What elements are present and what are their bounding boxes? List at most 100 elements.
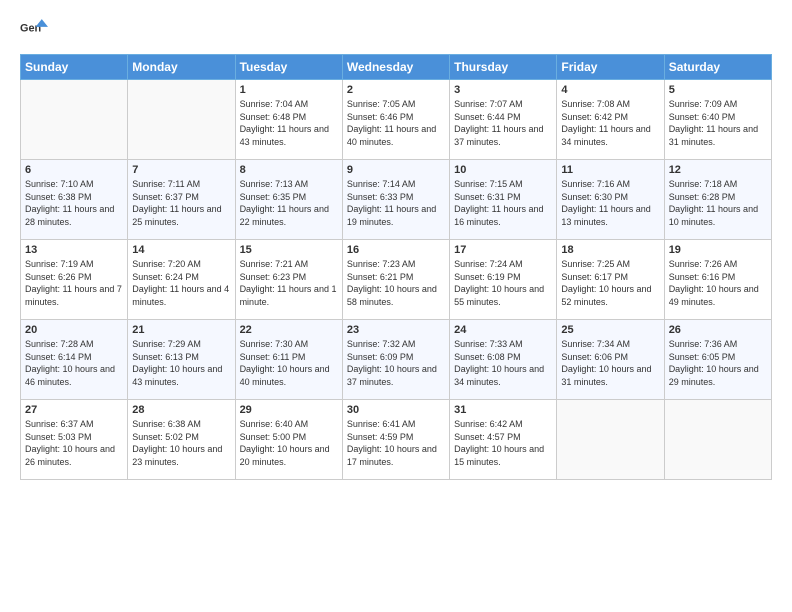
week-row-4: 20 Sunrise: 7:28 AMSunset: 6:14 PMDayligh…: [21, 320, 772, 400]
day-info: Sunrise: 7:07 AMSunset: 6:44 PMDaylight:…: [454, 98, 552, 148]
day-info: Sunrise: 7:32 AMSunset: 6:09 PMDaylight:…: [347, 338, 445, 388]
day-cell: 2 Sunrise: 7:05 AMSunset: 6:46 PMDaylight…: [342, 80, 449, 160]
day-number: 4: [561, 84, 659, 96]
day-info: Sunrise: 7:30 AMSunset: 6:11 PMDaylight:…: [240, 338, 338, 388]
day-number: 14: [132, 244, 230, 256]
day-info: Sunrise: 6:42 AMSunset: 4:57 PMDaylight:…: [454, 418, 552, 468]
day-info: Sunrise: 7:28 AMSunset: 6:14 PMDaylight:…: [25, 338, 123, 388]
week-row-5: 27Sunrise: 6:37 AMSunset: 5:03 PMDayligh…: [21, 400, 772, 480]
day-number: 30: [347, 404, 445, 416]
day-number: 29: [240, 404, 338, 416]
day-number: 24: [454, 324, 552, 336]
day-cell: 23 Sunrise: 7:32 AMSunset: 6:09 PMDayligh…: [342, 320, 449, 400]
day-info: Sunrise: 7:04 AMSunset: 6:48 PMDaylight:…: [240, 98, 338, 148]
day-number: 2: [347, 84, 445, 96]
day-number: 13: [25, 244, 123, 256]
day-cell: 27Sunrise: 6:37 AMSunset: 5:03 PMDayligh…: [21, 400, 128, 480]
day-info: Sunrise: 6:40 AMSunset: 5:00 PMDaylight:…: [240, 418, 338, 468]
day-number: 25: [561, 324, 659, 336]
col-header-sunday: Sunday: [21, 55, 128, 80]
day-info: Sunrise: 7:16 AMSunset: 6:30 PMDaylight:…: [561, 178, 659, 228]
header: Gen: [20, 16, 772, 44]
day-info: Sunrise: 7:26 AMSunset: 6:16 PMDaylight:…: [669, 258, 767, 308]
col-header-friday: Friday: [557, 55, 664, 80]
day-info: Sunrise: 7:15 AMSunset: 6:31 PMDaylight:…: [454, 178, 552, 228]
day-cell: 21 Sunrise: 7:29 AMSunset: 6:13 PMDayligh…: [128, 320, 235, 400]
day-cell: 31 Sunrise: 6:42 AMSunset: 4:57 PMDayligh…: [450, 400, 557, 480]
day-info: Sunrise: 6:41 AMSunset: 4:59 PMDaylight:…: [347, 418, 445, 468]
day-cell: 12 Sunrise: 7:18 AMSunset: 6:28 PMDayligh…: [664, 160, 771, 240]
day-cell: 1 Sunrise: 7:04 AMSunset: 6:48 PMDaylight…: [235, 80, 342, 160]
day-cell: 22 Sunrise: 7:30 AMSunset: 6:11 PMDayligh…: [235, 320, 342, 400]
day-number: 31: [454, 404, 552, 416]
day-number: 9: [347, 164, 445, 176]
day-info: Sunrise: 7:13 AMSunset: 6:35 PMDaylight:…: [240, 178, 338, 228]
day-cell: 4 Sunrise: 7:08 AMSunset: 6:42 PMDaylight…: [557, 80, 664, 160]
calendar-table: SundayMondayTuesdayWednesdayThursdayFrid…: [20, 54, 772, 480]
day-cell: 19 Sunrise: 7:26 AMSunset: 6:16 PMDayligh…: [664, 240, 771, 320]
day-cell: [21, 80, 128, 160]
day-cell: 28Sunrise: 6:38 AMSunset: 5:02 PMDayligh…: [128, 400, 235, 480]
day-info: Sunrise: 7:36 AMSunset: 6:05 PMDaylight:…: [669, 338, 767, 388]
day-cell: 11 Sunrise: 7:16 AMSunset: 6:30 PMDayligh…: [557, 160, 664, 240]
day-number: 23: [347, 324, 445, 336]
day-info: Sunrise: 7:08 AMSunset: 6:42 PMDaylight:…: [561, 98, 659, 148]
day-info: Sunrise: 7:25 AMSunset: 6:17 PMDaylight:…: [561, 258, 659, 308]
col-header-wednesday: Wednesday: [342, 55, 449, 80]
day-cell: 29 Sunrise: 6:40 AMSunset: 5:00 PMDayligh…: [235, 400, 342, 480]
day-cell: 25Sunrise: 7:34 AMSunset: 6:06 PMDayligh…: [557, 320, 664, 400]
day-number: 6: [25, 164, 123, 176]
col-header-thursday: Thursday: [450, 55, 557, 80]
day-cell: 7Sunrise: 7:11 AMSunset: 6:37 PMDaylight…: [128, 160, 235, 240]
day-number: 8: [240, 164, 338, 176]
day-info: Sunrise: 7:23 AMSunset: 6:21 PMDaylight:…: [347, 258, 445, 308]
day-number: 3: [454, 84, 552, 96]
day-cell: 20 Sunrise: 7:28 AMSunset: 6:14 PMDayligh…: [21, 320, 128, 400]
day-cell: 18Sunrise: 7:25 AMSunset: 6:17 PMDayligh…: [557, 240, 664, 320]
day-cell: 10 Sunrise: 7:15 AMSunset: 6:31 PMDayligh…: [450, 160, 557, 240]
day-info: Sunrise: 7:19 AMSunset: 6:26 PMDaylight:…: [25, 258, 123, 308]
header-row: SundayMondayTuesdayWednesdayThursdayFrid…: [21, 55, 772, 80]
day-number: 7: [132, 164, 230, 176]
day-number: 20: [25, 324, 123, 336]
day-number: 1: [240, 84, 338, 96]
week-row-3: 13 Sunrise: 7:19 AMSunset: 6:26 PMDayligh…: [21, 240, 772, 320]
day-number: 26: [669, 324, 767, 336]
logo-icon: Gen: [20, 16, 48, 44]
day-number: 28: [132, 404, 230, 416]
day-cell: 13 Sunrise: 7:19 AMSunset: 6:26 PMDayligh…: [21, 240, 128, 320]
day-cell: 16 Sunrise: 7:23 AMSunset: 6:21 PMDayligh…: [342, 240, 449, 320]
day-cell: [128, 80, 235, 160]
day-cell: 17 Sunrise: 7:24 AMSunset: 6:19 PMDayligh…: [450, 240, 557, 320]
day-cell: 26 Sunrise: 7:36 AMSunset: 6:05 PMDayligh…: [664, 320, 771, 400]
day-info: Sunrise: 7:24 AMSunset: 6:19 PMDaylight:…: [454, 258, 552, 308]
day-number: 11: [561, 164, 659, 176]
day-cell: 6Sunrise: 7:10 AMSunset: 6:38 PMDaylight…: [21, 160, 128, 240]
day-number: 15: [240, 244, 338, 256]
day-cell: [557, 400, 664, 480]
day-number: 17: [454, 244, 552, 256]
day-info: Sunrise: 7:05 AMSunset: 6:46 PMDaylight:…: [347, 98, 445, 148]
logo: Gen: [20, 16, 52, 44]
col-header-tuesday: Tuesday: [235, 55, 342, 80]
day-info: Sunrise: 7:29 AMSunset: 6:13 PMDaylight:…: [132, 338, 230, 388]
day-number: 22: [240, 324, 338, 336]
day-info: Sunrise: 7:09 AMSunset: 6:40 PMDaylight:…: [669, 98, 767, 148]
day-cell: 14 Sunrise: 7:20 AMSunset: 6:24 PMDayligh…: [128, 240, 235, 320]
day-info: Sunrise: 7:18 AMSunset: 6:28 PMDaylight:…: [669, 178, 767, 228]
day-cell: 5 Sunrise: 7:09 AMSunset: 6:40 PMDaylight…: [664, 80, 771, 160]
day-info: Sunrise: 7:33 AMSunset: 6:08 PMDaylight:…: [454, 338, 552, 388]
day-number: 19: [669, 244, 767, 256]
day-info: Sunrise: 7:20 AMSunset: 6:24 PMDaylight:…: [132, 258, 230, 308]
day-number: 10: [454, 164, 552, 176]
day-info: Sunrise: 6:37 AMSunset: 5:03 PMDaylight:…: [25, 418, 123, 468]
day-number: 16: [347, 244, 445, 256]
day-info: Sunrise: 7:21 AMSunset: 6:23 PMDaylight:…: [240, 258, 338, 308]
day-number: 21: [132, 324, 230, 336]
day-number: 12: [669, 164, 767, 176]
day-cell: 3 Sunrise: 7:07 AMSunset: 6:44 PMDaylight…: [450, 80, 557, 160]
day-number: 5: [669, 84, 767, 96]
col-header-saturday: Saturday: [664, 55, 771, 80]
week-row-2: 6Sunrise: 7:10 AMSunset: 6:38 PMDaylight…: [21, 160, 772, 240]
col-header-monday: Monday: [128, 55, 235, 80]
